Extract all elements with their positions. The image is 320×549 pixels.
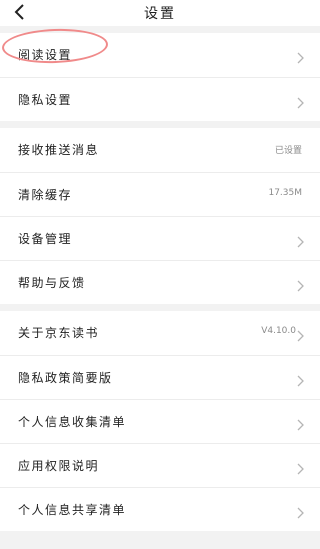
chevron-right-icon	[296, 327, 304, 342]
push-notification-row[interactable]: 接收推送消息 已设置	[0, 128, 320, 172]
row-label: 个人信息共享清单	[18, 503, 127, 517]
row-label: 个人信息收集清单	[18, 415, 127, 429]
section-gap	[0, 304, 320, 311]
row-label: 应用权限说明	[18, 459, 100, 473]
row-label: 帮助与反馈	[18, 276, 86, 290]
reading-settings-row[interactable]: 阅读设置	[0, 33, 320, 77]
page-title: 设置	[144, 6, 176, 22]
row-label: 隐私设置	[18, 93, 73, 107]
row-label: 隐私政策简要版	[18, 371, 113, 385]
privacy-settings-row[interactable]: 隐私设置	[0, 77, 320, 121]
settings-group-3: 关于京东读书 V4.10.0 隐私政策简要版 个人信息收集清单 应用权限说明 个…	[0, 311, 320, 531]
clear-cache-row[interactable]: 清除缓存 17.35M	[0, 172, 320, 216]
row-label: 接收推送消息	[18, 143, 100, 157]
version-value: V4.10.0	[261, 326, 296, 336]
info-sharing-list-row[interactable]: 个人信息共享清单	[0, 487, 320, 531]
settings-group-1: 阅读设置 隐私设置	[0, 33, 320, 121]
row-label: 设备管理	[18, 232, 73, 246]
help-feedback-row[interactable]: 帮助与反馈	[0, 260, 320, 304]
info-collection-list-row[interactable]: 个人信息收集清单	[0, 399, 320, 443]
chevron-right-icon	[296, 233, 304, 248]
section-gap	[0, 26, 320, 33]
chevron-right-icon	[296, 94, 304, 109]
bottom-spacer	[0, 531, 320, 549]
chevron-right-icon	[296, 416, 304, 431]
chevron-right-icon	[296, 372, 304, 387]
privacy-policy-row[interactable]: 隐私政策简要版	[0, 355, 320, 399]
top-bar: 设置	[0, 0, 320, 26]
chevron-right-icon	[296, 49, 304, 64]
row-label: 清除缓存	[18, 188, 73, 202]
chevron-right-icon	[296, 504, 304, 519]
chevron-right-icon	[296, 460, 304, 475]
row-value: 已设置	[274, 146, 302, 156]
device-management-row[interactable]: 设备管理	[0, 216, 320, 260]
app-permissions-row[interactable]: 应用权限说明	[0, 443, 320, 487]
chevron-right-icon	[296, 277, 304, 292]
row-value: 17.35M	[268, 188, 302, 198]
row-label: 关于京东读书	[18, 326, 100, 340]
about-row[interactable]: 关于京东读书 V4.10.0	[0, 311, 320, 355]
section-gap	[0, 121, 320, 128]
row-label: 阅读设置	[18, 48, 73, 62]
settings-group-2: 接收推送消息 已设置 清除缓存 17.35M 设备管理 帮助与反馈	[0, 128, 320, 304]
